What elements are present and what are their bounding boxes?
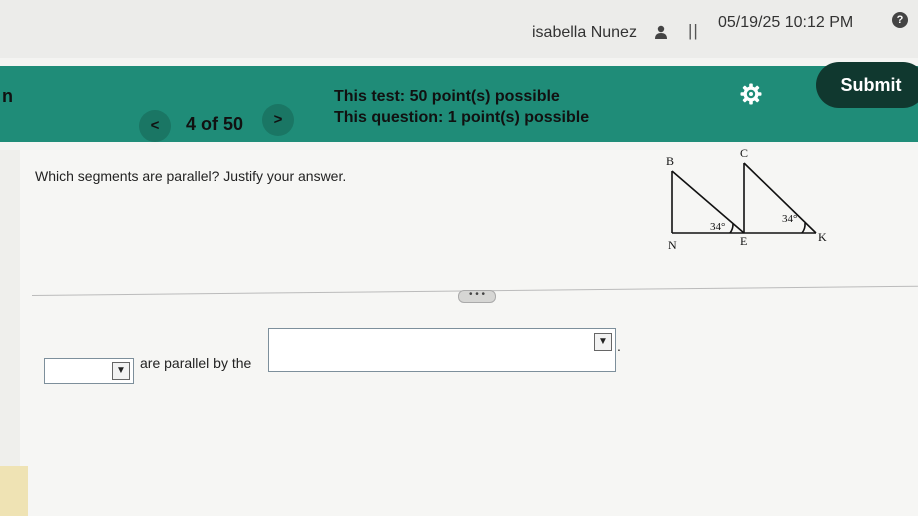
datetime: 05/19/25 10:12 PM — [718, 14, 854, 31]
chevron-down-icon[interactable]: ▼ — [594, 333, 612, 351]
vertex-label-n: N — [668, 238, 677, 252]
help-icon[interactable]: ? — [892, 12, 908, 28]
vertex-label-b: B — [666, 154, 674, 168]
header-divider: || — [688, 21, 699, 40]
question-position: 4 of 50 — [186, 114, 244, 134]
submit-button[interactable]: Submit — [816, 62, 918, 108]
user-icon — [655, 25, 667, 39]
triangle-diagram: B C N E K 34° 34° — [666, 146, 827, 252]
test-points: This test: 50 point(s) possible — [334, 88, 560, 105]
toolbar-left-fragment: n — [2, 86, 13, 106]
angle-label-left: 34° — [710, 221, 725, 233]
angle-label-right: 34° — [782, 213, 797, 225]
expand-ellipsis-button[interactable]: • • • — [458, 290, 496, 303]
question-text: Which segments are parallel? Justify you… — [35, 168, 347, 184]
side-tab[interactable] — [0, 466, 28, 516]
user-name: isabella Nunez — [532, 24, 637, 41]
answer-period: . — [617, 338, 621, 354]
previous-question-button[interactable]: < — [139, 110, 171, 142]
vertex-label-c: C — [740, 146, 748, 160]
vertex-label-e: E — [740, 234, 747, 248]
answer-connector-text: are parallel by the — [140, 355, 252, 371]
left-panel-edge — [0, 150, 20, 516]
next-question-button[interactable]: > — [262, 104, 294, 136]
gear-icon[interactable] — [739, 82, 763, 106]
reason-dropdown[interactable]: ▼ — [268, 328, 616, 372]
chevron-down-icon[interactable]: ▼ — [112, 362, 130, 380]
segments-dropdown[interactable]: ▼ — [44, 358, 134, 384]
vertex-label-k: K — [818, 230, 827, 244]
question-points: This question: 1 point(s) possible — [334, 109, 590, 126]
